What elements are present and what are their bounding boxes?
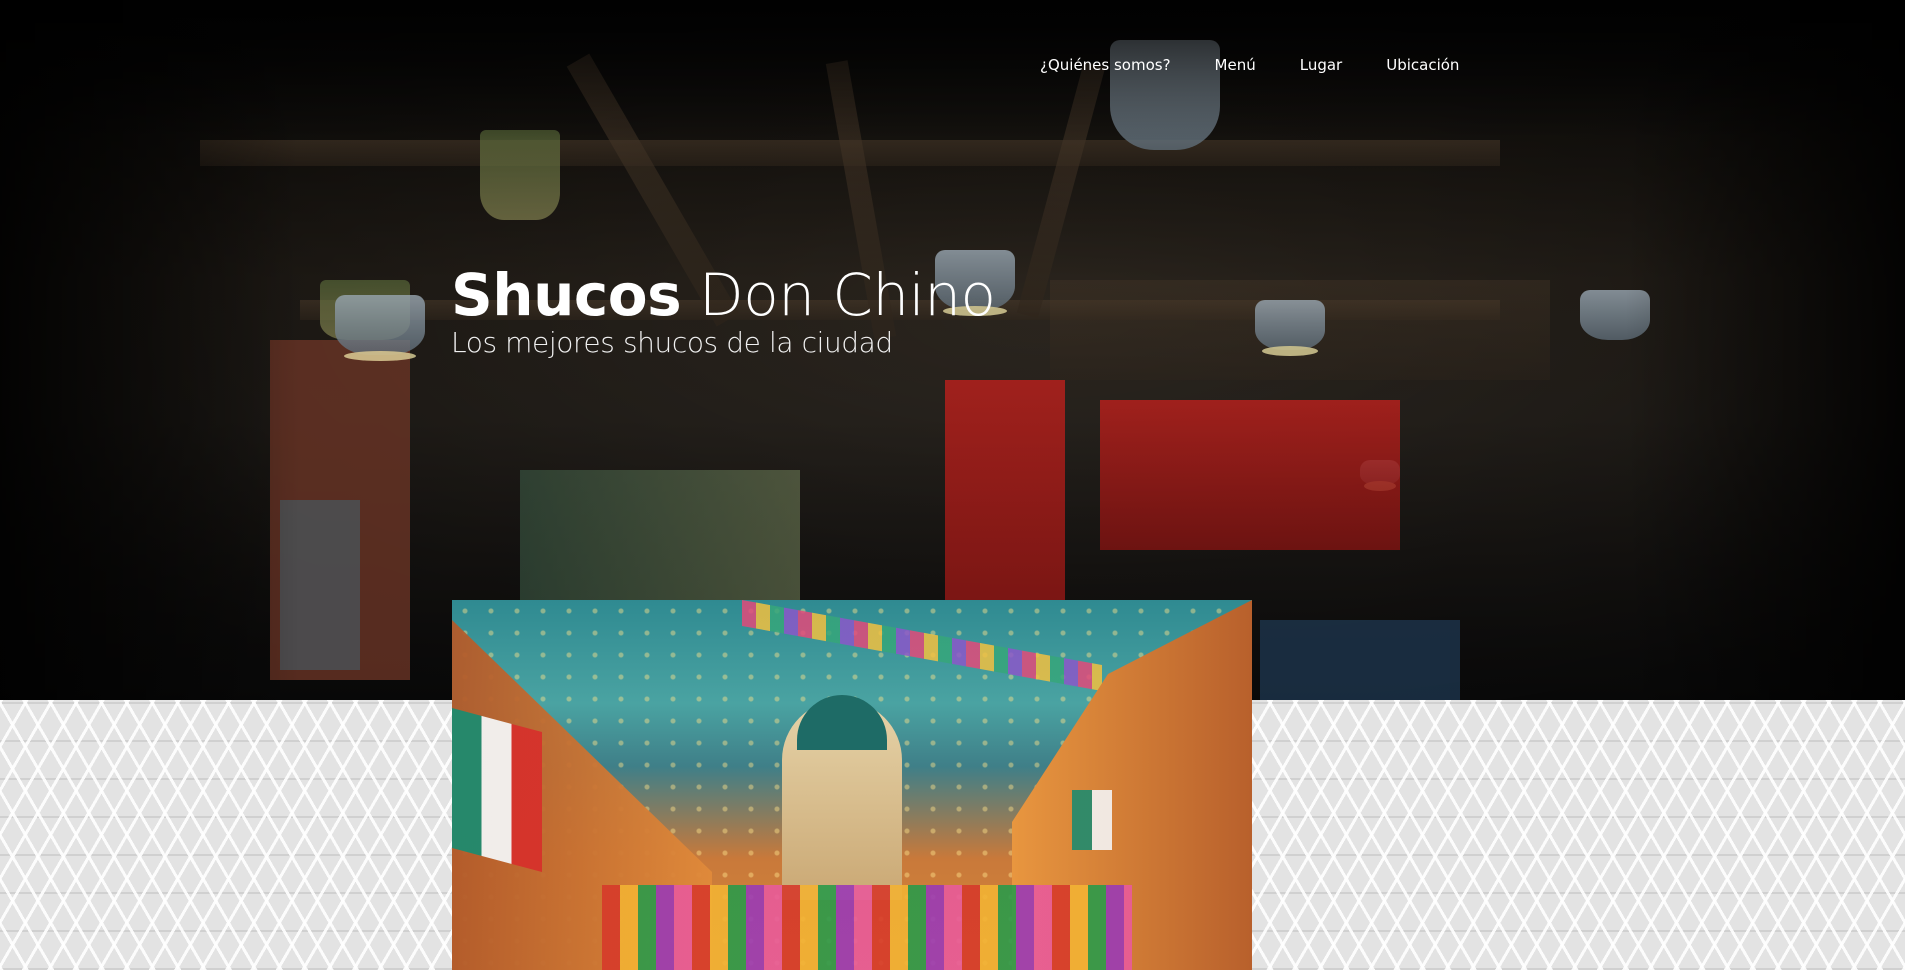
flag-right <box>1072 790 1112 850</box>
main-nav: ¿Quiénes somos? Menú Lugar Ubicación <box>1040 56 1459 74</box>
nav-link-ubicacion[interactable]: Ubicación <box>1386 56 1459 74</box>
nav-link-lugar[interactable]: Lugar <box>1300 56 1342 74</box>
hero-background-mural <box>520 470 800 600</box>
hero-right-shade <box>1625 0 1905 700</box>
colorful-flags <box>602 885 1132 970</box>
hero-title-block: Shucos Don Chino Los mejores shucos de l… <box>451 260 996 359</box>
feature-image <box>452 600 1252 970</box>
hero-background-lamp <box>335 295 425 361</box>
hero-subtitle: Los mejores shucos de la ciudad <box>451 326 893 359</box>
flag-left <box>452 707 542 873</box>
hero-background-red-block <box>1100 400 1400 550</box>
nav-link-menu[interactable]: Menú <box>1215 56 1256 74</box>
hero-background-plant <box>480 130 560 220</box>
hero-title-strong: Shucos <box>451 261 682 329</box>
hero-title: Shucos Don Chino <box>451 260 996 330</box>
hero-background-lamp <box>1255 300 1325 356</box>
hero-background-counter <box>1260 620 1460 700</box>
nav-link-quienes-somos[interactable]: ¿Quiénes somos? <box>1040 56 1171 74</box>
hero-title-rest: Don Chino <box>681 261 996 329</box>
hero-left-shade <box>0 0 300 700</box>
